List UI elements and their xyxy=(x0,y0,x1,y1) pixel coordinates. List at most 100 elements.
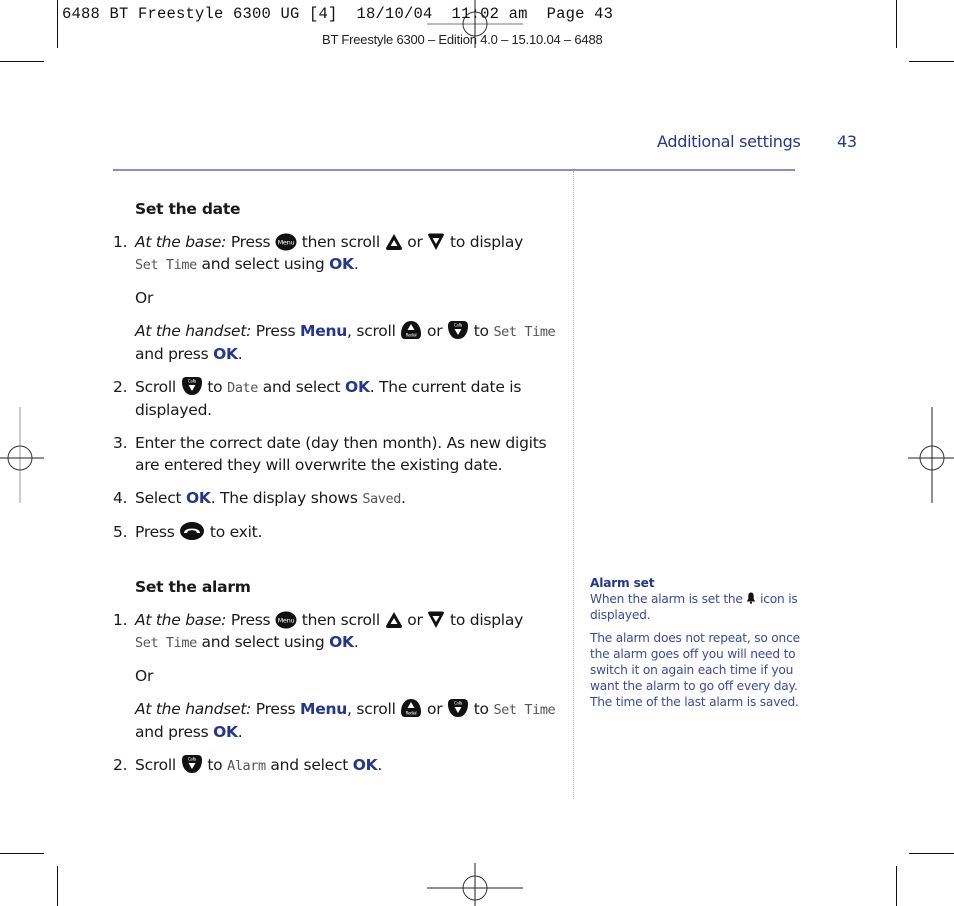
svg-text:Calls: Calls xyxy=(454,701,462,706)
text: . xyxy=(353,255,359,273)
svg-text:Calls: Calls xyxy=(188,757,196,762)
text: Press xyxy=(251,700,301,718)
text: Scroll xyxy=(135,756,181,774)
text: then scroll xyxy=(297,233,385,251)
set-date-section: Set the date 1. At the base: Press Menu … xyxy=(113,198,558,543)
step-number: 2. xyxy=(113,756,128,774)
set-date-step-5: 5. Press to exit. xyxy=(113,521,558,543)
ok-key-label: OK xyxy=(213,723,238,741)
text: to display xyxy=(445,233,524,251)
sidebar-title: Alarm set xyxy=(590,576,655,590)
or-text: Or xyxy=(135,289,154,307)
text: . xyxy=(377,756,383,774)
svg-text:Calls: Calls xyxy=(188,379,196,384)
base-label: At the base: xyxy=(135,611,227,629)
ok-key-label: OK xyxy=(329,255,354,273)
sidebar-paragraph-1: When the alarm is set the icon is displa… xyxy=(590,592,800,624)
svg-text:Calls: Calls xyxy=(454,323,462,328)
set-alarm-section: Set the alarm 1. At the base: Press Menu… xyxy=(113,576,558,777)
step-number: 1. xyxy=(113,611,128,629)
sidebar-paragraph-2: The alarm does not repeat, so once the a… xyxy=(590,631,800,709)
set-alarm-step-1: 1. At the base: Press Menu then scroll o… xyxy=(113,609,558,743)
print-slug: 6488 BT Freestyle 6300 UG [4] 18/10/04 1… xyxy=(62,5,614,23)
base-label: At the base: xyxy=(135,233,227,251)
calls-down-icon: Calls xyxy=(181,377,202,395)
text: Press xyxy=(251,322,301,340)
text: or xyxy=(402,233,428,251)
set-date-step-2: 2. Scroll Calls to Date and select OK. T… xyxy=(113,376,558,421)
step-number: 3. xyxy=(113,434,128,452)
sidebar-note: Alarm set When the alarm is set the icon… xyxy=(590,576,800,710)
ok-key-label: OK xyxy=(329,633,354,651)
text: Press xyxy=(226,233,276,251)
text: When the alarm is set the xyxy=(590,591,747,606)
text: or xyxy=(422,322,448,340)
calls-down-icon: Calls xyxy=(448,699,469,717)
set-date-step-1: 1. At the base: Press Menu then scroll o… xyxy=(113,231,558,365)
handset-label: At the handset: xyxy=(135,322,252,340)
set-date-step-4: 4. Select OK. The display shows Saved. xyxy=(113,487,558,510)
column-divider xyxy=(573,171,574,799)
text: Press xyxy=(226,611,276,629)
set-date-step-3: 3. Enter the correct date (day then mont… xyxy=(113,432,558,476)
text: to display xyxy=(445,611,524,629)
text: Select xyxy=(135,489,186,507)
svg-text:Menu: Menu xyxy=(278,617,295,625)
set-date-heading: Set the date xyxy=(135,200,241,218)
menu-button-icon: Menu xyxy=(275,233,297,251)
menu-key-label: Menu xyxy=(300,322,348,340)
text: Enter the correct date (day then month).… xyxy=(135,434,547,474)
crop-mark-bl-v xyxy=(57,866,58,906)
bell-icon xyxy=(747,592,756,604)
text: and select xyxy=(265,756,353,774)
registration-mark-top xyxy=(427,0,523,48)
calls-down-icon: Calls xyxy=(448,321,469,339)
text: then scroll xyxy=(297,611,385,629)
display-text: Saved xyxy=(362,491,401,507)
crop-mark-tl-h xyxy=(0,61,44,62)
text: and select xyxy=(258,378,346,396)
registration-mark-left xyxy=(0,407,44,503)
text: and select using xyxy=(196,633,330,651)
crop-mark-bl-h xyxy=(0,853,44,854)
svg-text:Redial: Redial xyxy=(406,711,417,716)
text: . xyxy=(353,633,359,651)
text: to xyxy=(469,700,494,718)
text: or xyxy=(422,700,448,718)
ok-key-label: OK xyxy=(352,756,378,774)
text: or xyxy=(402,611,428,629)
step-number: 1. xyxy=(113,233,128,251)
text: . The display shows xyxy=(210,489,363,507)
ok-key-label: OK xyxy=(213,345,238,363)
main-column: Set the date 1. At the base: Press Menu … xyxy=(113,198,558,777)
redial-up-icon: Redial xyxy=(401,699,422,717)
text: to xyxy=(202,756,228,774)
text: and select using xyxy=(196,255,330,273)
registration-mark-bottom xyxy=(427,863,523,906)
step-number: 5. xyxy=(113,523,128,541)
scroll-up-icon xyxy=(385,234,402,250)
ok-key-label: OK xyxy=(186,489,211,507)
page-number: 43 xyxy=(837,132,857,151)
display-text: Set Time xyxy=(493,324,556,340)
calls-down-icon: Calls xyxy=(181,755,202,773)
crop-mark-br-v xyxy=(896,866,897,906)
section-title: Additional settings xyxy=(657,132,801,151)
text: , scroll xyxy=(347,700,401,718)
svg-text:Menu: Menu xyxy=(278,239,295,247)
crop-mark-tr-v xyxy=(896,0,897,48)
text: and press xyxy=(135,345,214,363)
end-call-icon xyxy=(180,522,205,540)
menu-key-label: Menu xyxy=(300,700,348,718)
text: to xyxy=(202,378,228,396)
scroll-down-icon xyxy=(428,611,445,628)
set-alarm-heading: Set the alarm xyxy=(135,578,251,596)
text: . xyxy=(237,345,243,363)
display-text: Date xyxy=(227,380,259,396)
step-number: 2. xyxy=(113,378,128,396)
menu-button-icon: Menu xyxy=(275,611,297,629)
text: Press xyxy=(135,523,180,541)
or-text: Or xyxy=(135,667,154,685)
handset-label: At the handset: xyxy=(135,700,252,718)
text: to xyxy=(469,322,494,340)
